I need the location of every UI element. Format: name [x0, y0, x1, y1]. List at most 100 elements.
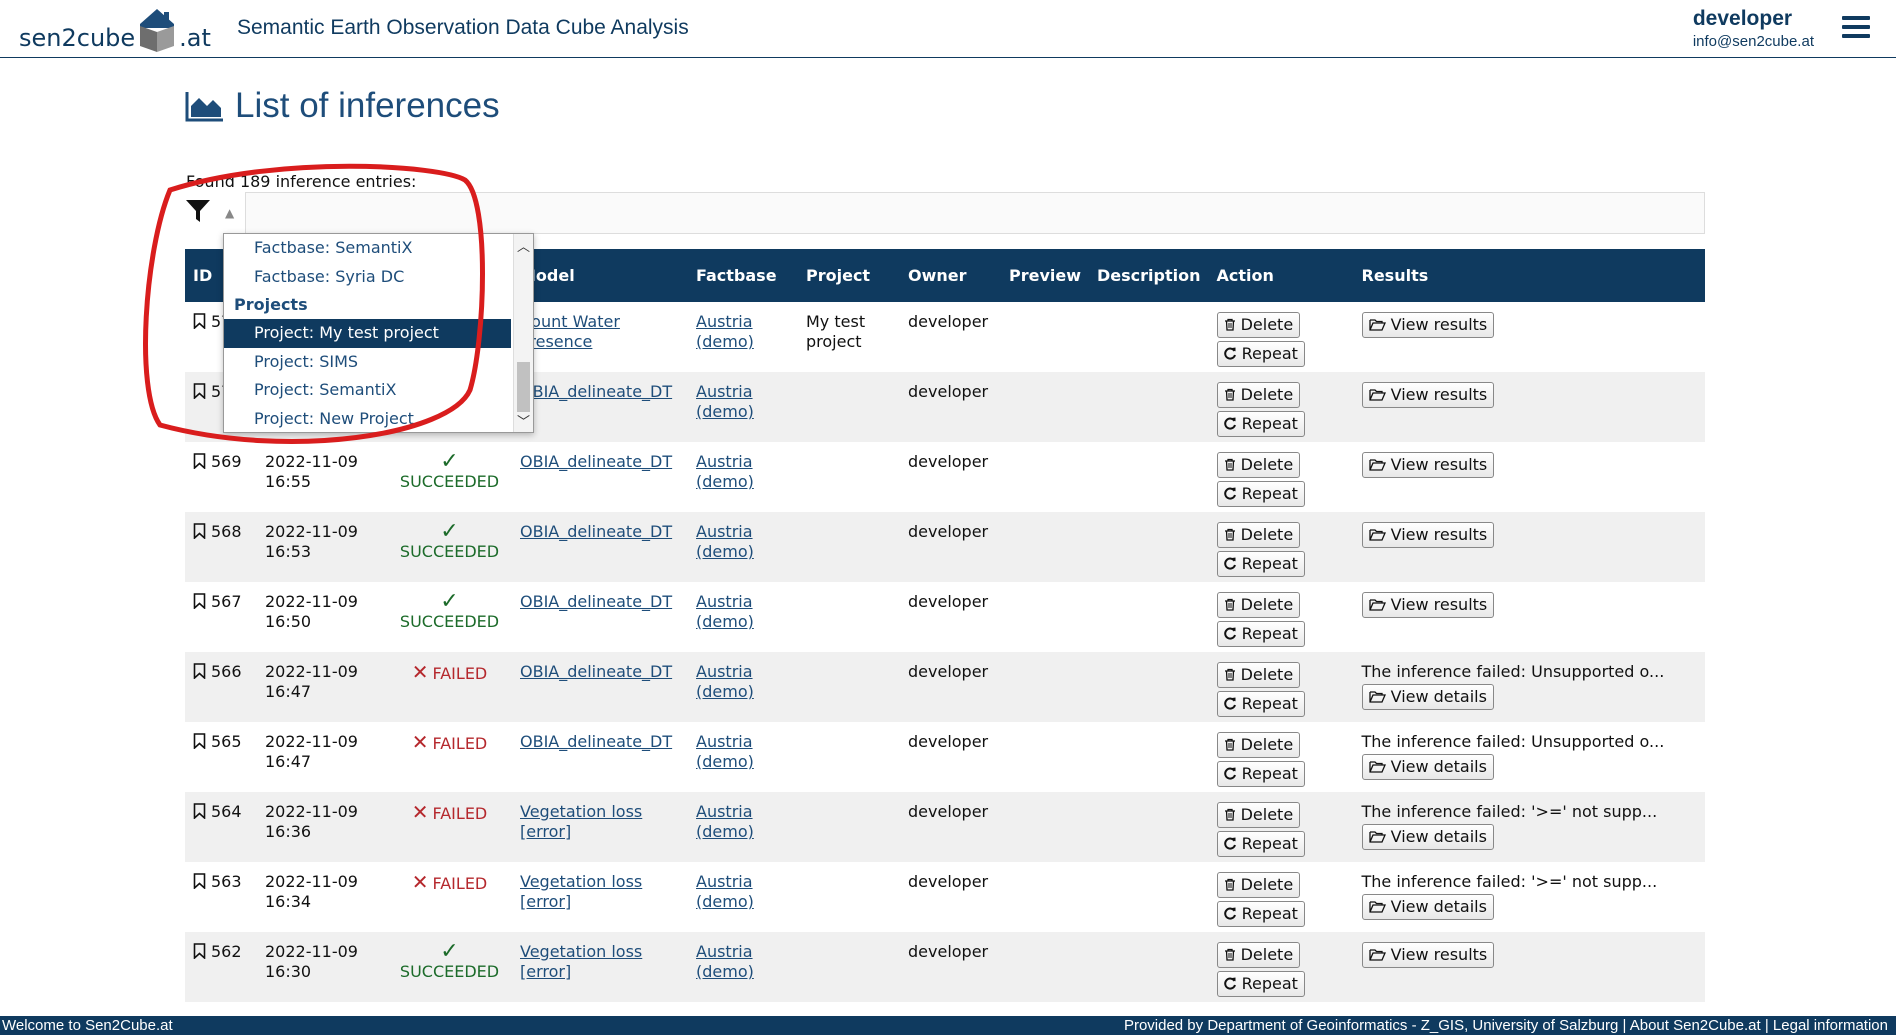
delete-button[interactable]: Delete — [1216, 522, 1301, 548]
hamburger-icon[interactable] — [1842, 16, 1870, 38]
model-link[interactable]: Count Water Presence — [520, 312, 620, 351]
dropdown-option[interactable]: Project: SemantiX — [224, 376, 533, 405]
cell-model: Vegetation loss [error] — [512, 862, 688, 932]
bookmark-icon[interactable] — [193, 873, 206, 890]
factbase-link[interactable]: Austria (demo) — [696, 802, 754, 841]
col-project[interactable]: Project — [798, 249, 900, 302]
model-link[interactable]: OBIA_delineate_DT — [520, 522, 672, 541]
model-link[interactable]: OBIA_delineate_DT — [520, 662, 672, 681]
view-details-button[interactable]: View details — [1361, 684, 1494, 710]
dropdown-option[interactable]: Project: New Project — [224, 405, 533, 433]
repeat-button[interactable]: Repeat — [1216, 901, 1305, 927]
bookmark-icon[interactable] — [193, 733, 206, 750]
repeat-button[interactable]: Repeat — [1216, 691, 1305, 717]
repeat-button[interactable]: Repeat — [1216, 971, 1305, 997]
cell-id: 565 — [185, 722, 257, 792]
inference-id: 566 — [211, 662, 242, 681]
factbase-link[interactable]: Austria (demo) — [696, 942, 754, 981]
model-link[interactable]: OBIA_delineate_DT — [520, 732, 672, 751]
cell-action: Delete Repeat — [1208, 932, 1354, 1002]
bookmark-icon[interactable] — [193, 663, 206, 680]
model-link[interactable]: Vegetation loss [error] — [520, 802, 642, 841]
model-link[interactable]: OBIA_delineate_DT — [520, 592, 672, 611]
view-results-label: View results — [1390, 595, 1488, 614]
view-results-button[interactable]: View results — [1361, 942, 1495, 968]
view-results-button[interactable]: View results — [1361, 592, 1495, 618]
view-details-button[interactable]: View details — [1361, 824, 1494, 850]
repeat-button[interactable]: Repeat — [1216, 411, 1305, 437]
factbase-link[interactable]: Austria (demo) — [696, 662, 754, 701]
user-info[interactable]: developer info@sen2cube.at — [1693, 7, 1814, 50]
footer-about-link[interactable]: About Sen2Cube.at — [1630, 1017, 1761, 1034]
delete-button[interactable]: Delete — [1216, 382, 1301, 408]
factbase-link[interactable]: Austria (demo) — [696, 382, 754, 421]
view-results-button[interactable]: View results — [1361, 452, 1495, 478]
repeat-button[interactable]: Repeat — [1216, 621, 1305, 647]
trash-icon — [1224, 315, 1236, 334]
filter-dropdown[interactable]: Factbase: SemantiX Factbase: Syria DC Proj… — [223, 233, 534, 433]
scroll-thumb[interactable] — [517, 362, 530, 412]
view-results-button[interactable]: View results — [1361, 382, 1495, 408]
logo-text-right: .at — [179, 24, 211, 52]
delete-button[interactable]: Delete — [1216, 942, 1301, 968]
dropdown-option[interactable]: Factbase: Syria DC — [224, 263, 533, 292]
dropdown-option[interactable]: Project: SIMS — [224, 348, 533, 377]
bookmark-icon[interactable] — [193, 943, 206, 960]
delete-button[interactable]: Delete — [1216, 802, 1301, 828]
table-row: 569 2022-11-09 16:55 ✓ SUCCEEDED OBIA_delinea… — [185, 442, 1705, 512]
factbase-link[interactable]: Austria (demo) — [696, 592, 754, 631]
factbase-link[interactable]: Austria (demo) — [696, 872, 754, 911]
delete-label: Delete — [1240, 595, 1294, 614]
factbase-link[interactable]: Austria (demo) — [696, 312, 754, 351]
factbase-link[interactable]: Austria (demo) — [696, 732, 754, 771]
delete-button[interactable]: Delete — [1216, 732, 1301, 758]
funnel-icon[interactable] — [185, 198, 211, 224]
repeat-button[interactable]: Repeat — [1216, 831, 1305, 857]
dropdown-scrollbar[interactable]: ︿ ﹀ — [513, 234, 533, 432]
model-link[interactable]: Vegetation loss [error] — [520, 872, 642, 911]
model-link[interactable]: OBIA_delineate_DT — [520, 452, 672, 471]
filter-input[interactable] — [245, 192, 1705, 234]
delete-button[interactable]: Delete — [1216, 312, 1301, 338]
delete-button[interactable]: Delete — [1216, 872, 1301, 898]
cell-date: 2022-11-09 16:53 — [257, 512, 387, 582]
dropdown-option-selected[interactable]: Project: My test project — [224, 319, 511, 348]
model-link[interactable]: Vegetation loss [error] — [520, 942, 642, 981]
bookmark-icon[interactable] — [193, 313, 206, 330]
repeat-button[interactable]: Repeat — [1216, 481, 1305, 507]
repeat-button[interactable]: Repeat — [1216, 341, 1305, 367]
cell-id: 569 — [185, 442, 257, 512]
cell-date: 2022-11-09 16:36 — [257, 792, 387, 862]
view-results-button[interactable]: View results — [1361, 522, 1495, 548]
scroll-down-icon[interactable]: ﹀ — [517, 411, 530, 430]
cell-status: ✕ FAILED — [387, 862, 512, 932]
failure-message: The inference failed: Unsupported o... — [1361, 732, 1665, 751]
factbase-link[interactable]: Austria (demo) — [696, 452, 754, 491]
user-email: info@sen2cube.at — [1692, 33, 1814, 50]
repeat-button[interactable]: Repeat — [1216, 761, 1305, 787]
col-model[interactable]: Model — [512, 249, 688, 302]
dropdown-option[interactable]: Factbase: SemantiX — [224, 234, 533, 263]
caret-up-icon[interactable]: ▲ — [225, 206, 234, 220]
delete-button[interactable]: Delete — [1216, 452, 1301, 478]
bookmark-icon[interactable] — [193, 593, 206, 610]
delete-button[interactable]: Delete — [1216, 662, 1301, 688]
col-owner[interactable]: Owner — [900, 249, 1001, 302]
bookmark-icon[interactable] — [193, 803, 206, 820]
view-details-button[interactable]: View details — [1361, 894, 1494, 920]
logo[interactable]: sen2cube .at — [19, 6, 211, 52]
status-text: FAILED — [432, 804, 488, 823]
view-results-button[interactable]: View results — [1361, 312, 1495, 338]
repeat-button[interactable]: Repeat — [1216, 551, 1305, 577]
model-link[interactable]: OBIA_delineate_DT — [520, 382, 672, 401]
bookmark-icon[interactable] — [193, 523, 206, 540]
scroll-up-icon[interactable]: ︿ — [517, 236, 530, 255]
bookmark-icon[interactable] — [193, 453, 206, 470]
col-factbase[interactable]: Factbase — [688, 249, 798, 302]
delete-button[interactable]: Delete — [1216, 592, 1301, 618]
bookmark-icon[interactable] — [193, 383, 206, 400]
view-results-label: View results — [1390, 455, 1488, 474]
view-details-button[interactable]: View details — [1361, 754, 1494, 780]
factbase-link[interactable]: Austria (demo) — [696, 522, 754, 561]
footer-legal-link[interactable]: Legal information — [1773, 1017, 1888, 1034]
